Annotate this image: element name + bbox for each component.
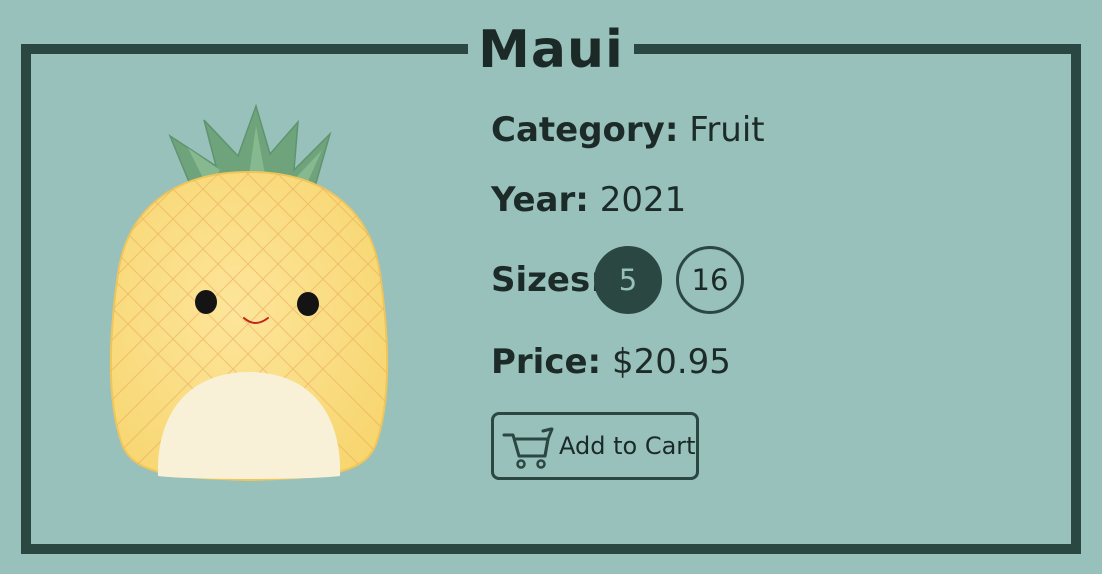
size-option-5[interactable]: 5 xyxy=(594,246,662,314)
category-row: Category: Fruit xyxy=(491,108,765,152)
sizes-row: Sizes: xyxy=(491,258,604,302)
price-row: Price: $20.95 xyxy=(491,340,731,384)
product-image xyxy=(108,103,390,484)
price-value: $20.95 xyxy=(611,342,731,382)
price-label: Price: xyxy=(491,342,602,382)
year-label: Year: xyxy=(491,180,589,220)
add-to-cart-button[interactable]: Add to Cart xyxy=(491,412,699,480)
product-title: Maui xyxy=(468,18,634,82)
pineapple-plush-image xyxy=(109,103,389,482)
category-value: Fruit xyxy=(689,110,765,150)
shopping-cart-icon xyxy=(501,426,555,470)
add-to-cart-label: Add to Cart xyxy=(559,432,696,460)
category-label: Category: xyxy=(491,110,679,150)
sizes-label: Sizes: xyxy=(491,260,604,300)
year-row: Year: 2021 xyxy=(491,178,686,222)
year-value: 2021 xyxy=(599,180,687,220)
size-option-16[interactable]: 16 xyxy=(676,246,744,314)
